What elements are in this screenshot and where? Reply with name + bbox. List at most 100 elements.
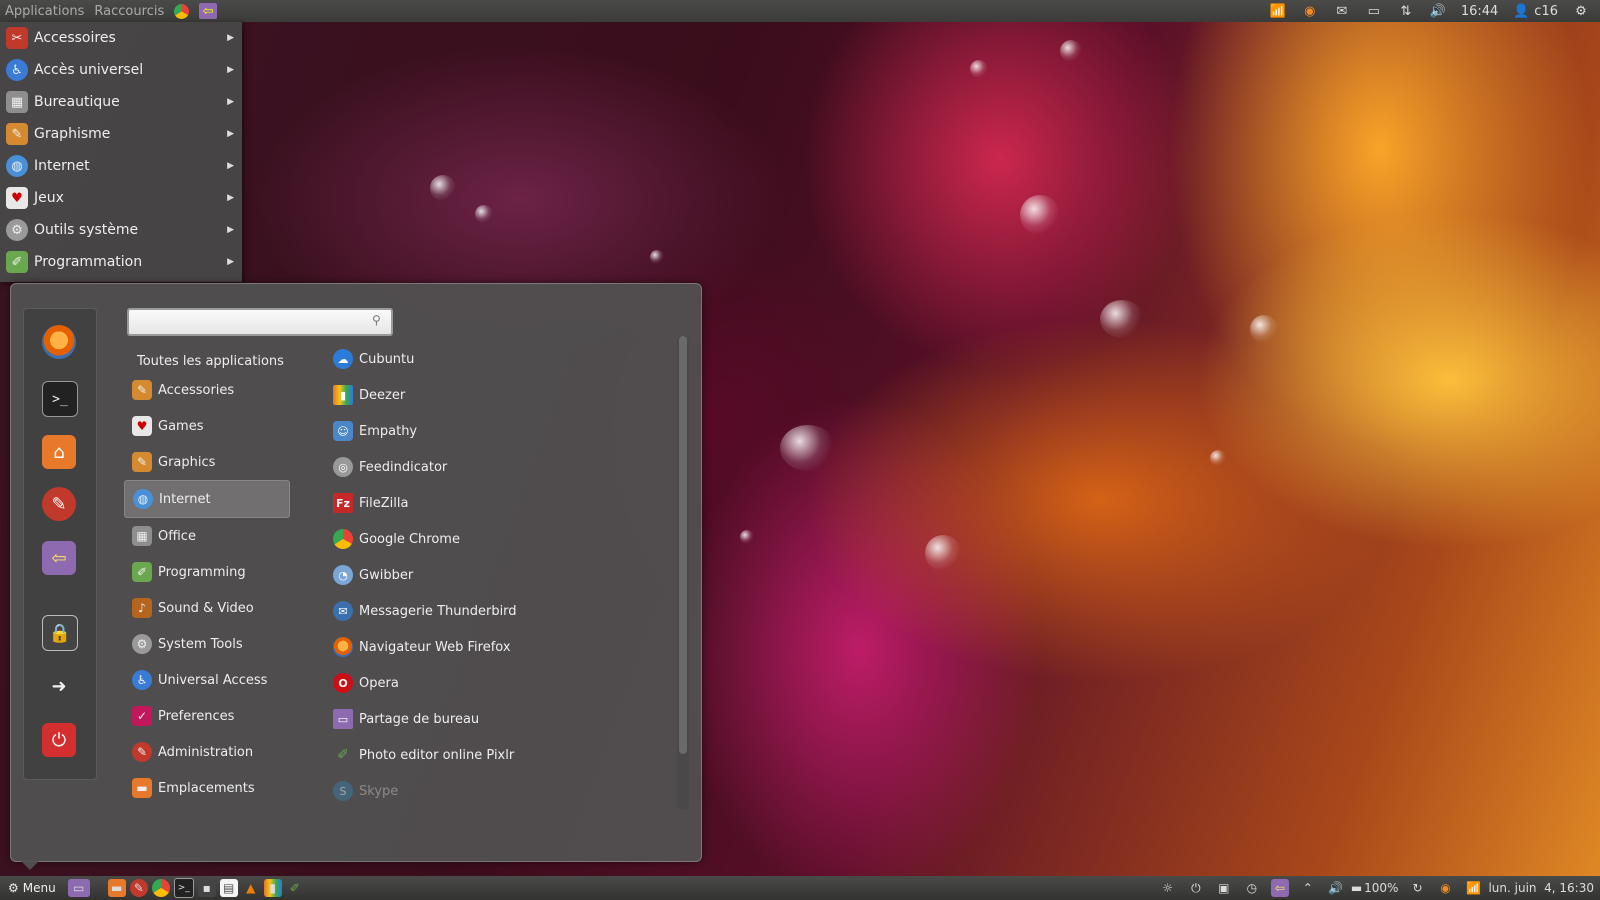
display-icon[interactable]: ▣ xyxy=(1215,879,1233,897)
pixlr-icon[interactable]: ✐ xyxy=(286,879,304,897)
category-administration[interactable]: ✎ Administration xyxy=(124,734,290,770)
app-filezilla[interactable]: Fz FileZilla xyxy=(333,485,653,521)
accessories-icon: ✎ xyxy=(132,380,152,400)
clock-icon[interactable]: ◷ xyxy=(1243,879,1261,897)
volume-icon[interactable]: 🔊 xyxy=(1429,3,1447,19)
category-item[interactable]: ✂ Accessoires ▶ xyxy=(0,22,242,54)
vlc-icon[interactable]: ▲ xyxy=(242,879,260,897)
app-google-chrome[interactable]: Google Chrome xyxy=(333,521,653,557)
category-graphics[interactable]: ✎ Graphics xyxy=(124,444,290,480)
app-deezer[interactable]: ▮ Deezer xyxy=(333,377,653,413)
home-folder-icon[interactable]: ▬ xyxy=(107,879,126,897)
home-folder-icon[interactable]: ⌂ xyxy=(42,435,76,469)
shortcuts-menu[interactable]: Raccourcis xyxy=(94,4,164,19)
gear-icon[interactable]: ⚙ xyxy=(1572,3,1590,19)
desktop-share-icon[interactable]: ⇦ xyxy=(42,541,76,575)
app-opera[interactable]: O Opera xyxy=(333,665,653,701)
scrollbar-thumb[interactable] xyxy=(679,336,687,754)
graphics-icon: ✎ xyxy=(132,452,152,472)
refresh-icon[interactable]: ↻ xyxy=(1408,879,1426,897)
universal-access-icon: ♿ xyxy=(6,59,28,81)
category-item[interactable]: ✎ Graphisme ▶ xyxy=(0,118,242,150)
app-cubuntu[interactable]: ☁ Cubuntu xyxy=(333,341,653,377)
category-item[interactable]: ◍ Internet ▶ xyxy=(0,150,242,182)
battery-icon[interactable]: ▭ xyxy=(1365,3,1383,19)
app-list-scrollbar[interactable] xyxy=(677,336,689,810)
app-thunderbird[interactable]: ✉ Messagerie Thunderbird xyxy=(333,593,653,629)
chrome-icon[interactable] xyxy=(151,879,170,897)
lock-screen-icon[interactable]: ▪ xyxy=(197,879,216,897)
category-item[interactable]: ▦ Bureautique ▶ xyxy=(0,86,242,118)
submenu-arrow-icon: ▶ xyxy=(227,225,234,235)
cubuntu-icon: ☁ xyxy=(333,349,353,369)
firefox-icon[interactable] xyxy=(42,325,76,359)
category-system-tools[interactable]: ⚙ System Tools xyxy=(124,626,290,662)
category-places[interactable]: ▬ Emplacements xyxy=(124,770,290,806)
app-skype[interactable]: S Skype xyxy=(333,773,653,809)
feedindicator-icon: ◎ xyxy=(333,457,353,477)
shutdown-icon[interactable]: ⏻ xyxy=(42,723,76,757)
terminal-icon[interactable]: >_ xyxy=(42,381,78,417)
mail-icon[interactable]: ✉ xyxy=(1333,3,1351,19)
category-accessories[interactable]: ✎ Accessories xyxy=(124,372,290,408)
chrome-icon[interactable] xyxy=(174,3,190,19)
battery-indicator[interactable]: ▬ 100% xyxy=(1351,881,1399,895)
category-internet[interactable]: ◍ Internet xyxy=(124,480,290,518)
app-firefox[interactable]: Navigateur Web Firefox xyxy=(333,629,653,665)
category-item[interactable]: ✐ Programmation ▶ xyxy=(0,246,242,278)
category-sound-video[interactable]: ♪ Sound & Video xyxy=(124,590,290,626)
category-games[interactable]: ♥ Games xyxy=(124,408,290,444)
graphics-icon: ✎ xyxy=(6,123,28,145)
settings-icon[interactable]: ✎ xyxy=(129,879,148,897)
network-icon[interactable]: ⇅ xyxy=(1397,3,1415,19)
app-pixlr[interactable]: ✐ Photo editor online Pixlr xyxy=(333,737,653,773)
wifi-icon[interactable]: 📶 xyxy=(1464,879,1482,897)
category-item[interactable]: ⚙ Outils système ▶ xyxy=(0,214,242,246)
text-editor-icon[interactable]: ▤ xyxy=(219,879,238,897)
submenu-arrow-icon: ▶ xyxy=(227,65,234,75)
programming-icon: ✐ xyxy=(6,251,28,273)
category-office[interactable]: ▦ Office xyxy=(124,518,290,554)
category-item[interactable]: ♥ Jeux ▶ xyxy=(0,182,242,214)
category-programming[interactable]: ✐ Programming xyxy=(124,554,290,590)
logout-icon[interactable]: ➜ xyxy=(42,669,76,703)
category-universal-access[interactable]: ♿ Universal Access xyxy=(124,662,290,698)
desktop-share-icon[interactable]: ⇦ xyxy=(199,3,218,19)
preferences-icon: ✓ xyxy=(132,706,152,726)
submenu-arrow-icon: ▶ xyxy=(227,161,234,171)
search-icon: ⚲ xyxy=(372,313,381,327)
category-preferences[interactable]: ✓ Preferences xyxy=(124,698,290,734)
app-desktop-sharing[interactable]: ▭ Partage de bureau xyxy=(333,701,653,737)
power-icon[interactable]: ⏻ xyxy=(1187,879,1205,897)
menu-pointer xyxy=(20,860,40,870)
applications-menu[interactable]: Applications xyxy=(5,4,84,19)
search-box[interactable]: ⚲ xyxy=(127,308,393,336)
sound-video-icon: ♪ xyxy=(132,598,152,618)
favorites-sidebar: >_ ⌂ ✎ ⇦ 🔒 ➜ ⏻ xyxy=(23,308,97,780)
user-menu[interactable]: 👤 c16 xyxy=(1512,3,1558,19)
date-time[interactable]: lun. juin 4, 16:30 xyxy=(1488,881,1594,895)
desktop-share-icon[interactable]: ▭ xyxy=(67,879,90,897)
brightness-icon[interactable]: ☼ xyxy=(1159,879,1177,897)
app-empathy[interactable]: ☺ Empathy xyxy=(333,413,653,449)
chevron-up-icon[interactable]: ⌃ xyxy=(1299,879,1317,897)
rss-icon[interactable]: ◉ xyxy=(1436,879,1454,897)
desktop-share-icon[interactable]: ⇦ xyxy=(1270,879,1289,897)
wifi-icon[interactable]: 📶 xyxy=(1269,3,1287,19)
accessories-icon: ✂ xyxy=(6,27,28,49)
all-applications-button[interactable]: Toutes les applications xyxy=(137,354,284,369)
lock-screen-icon[interactable]: 🔒 xyxy=(42,615,78,651)
menu-button[interactable]: ⚙ Menu xyxy=(0,881,64,895)
settings-icon[interactable]: ✎ xyxy=(42,487,76,521)
volume-icon[interactable]: 🔊 xyxy=(1327,879,1345,897)
rss-icon[interactable]: ◉ xyxy=(1301,3,1319,19)
app-gwibber[interactable]: ◔ Gwibber xyxy=(333,557,653,593)
app-feedindicator[interactable]: ◎ Feedindicator xyxy=(333,449,653,485)
cinnamon-menu: >_ ⌂ ✎ ⇦ 🔒 ➜ ⏻ ⚲ Toutes les applications… xyxy=(10,283,702,862)
universal-access-icon: ♿ xyxy=(132,670,152,690)
clock[interactable]: 16:44 xyxy=(1461,4,1498,19)
terminal-icon[interactable]: >_ xyxy=(173,878,194,898)
deezer-icon[interactable]: ▮ xyxy=(263,879,282,897)
search-input[interactable] xyxy=(129,310,361,332)
category-item[interactable]: ♿ Accès universel ▶ xyxy=(0,54,242,86)
